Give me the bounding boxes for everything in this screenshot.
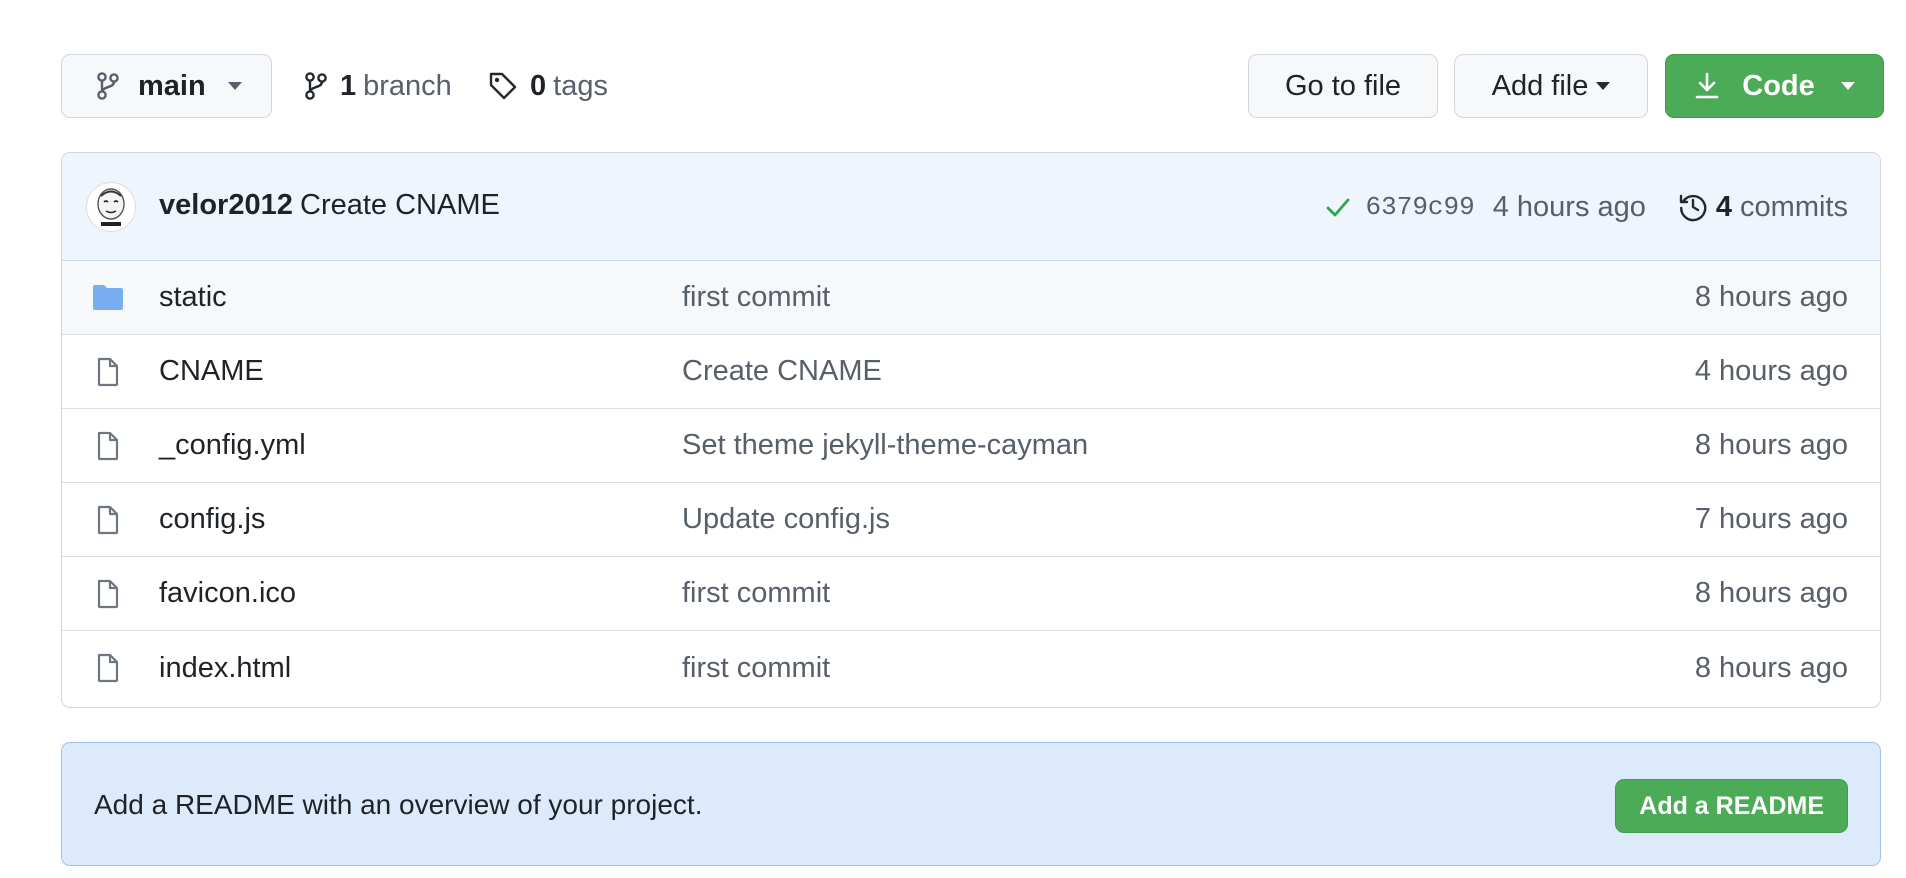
file-name[interactable]: _config.yml	[159, 429, 306, 462]
readme-banner: Add a README with an overview of your pr…	[61, 742, 1881, 866]
commit-sha[interactable]: 6379c99	[1366, 192, 1475, 222]
repo-toolbar: main 1 branch 0 tags Go to file Add file…	[61, 54, 1884, 118]
tags-link[interactable]: 0 tags	[488, 54, 608, 118]
file-commit-message[interactable]: first commit	[682, 281, 830, 314]
file-commit-time: 8 hours ago	[1694, 577, 1848, 609]
branches-count: 1	[340, 69, 357, 102]
commit-time: 4 hours ago	[1492, 190, 1646, 223]
download-icon	[1694, 72, 1720, 100]
tags-count: 0	[530, 69, 547, 102]
history-icon[interactable]	[1678, 192, 1708, 222]
file-icon	[92, 431, 124, 461]
file-commit-message[interactable]: first commit	[682, 577, 830, 610]
chevron-down-icon	[227, 82, 242, 90]
chevron-down-icon	[1840, 82, 1855, 90]
file-name[interactable]: CNAME	[159, 355, 264, 388]
code-button[interactable]: Code	[1665, 54, 1884, 118]
file-name[interactable]: static	[159, 281, 227, 314]
add-readme-button[interactable]: Add a README	[1615, 779, 1848, 833]
add-file-button[interactable]: Add file	[1454, 54, 1648, 118]
table-row[interactable]: CNAME Create CNAME 4 hours ago	[62, 335, 1880, 409]
table-row[interactable]: config.js Update config.js 7 hours ago	[62, 483, 1880, 557]
file-rows: static first commit 8 hours ago CNAME Cr…	[62, 261, 1880, 705]
go-to-file-button[interactable]: Go to file	[1248, 54, 1438, 118]
branch-select-button[interactable]: main	[61, 54, 272, 118]
branches-link[interactable]: 1 branch	[304, 54, 452, 118]
file-commit-message[interactable]: Set theme jekyll-theme-cayman	[682, 429, 1088, 462]
tags-label: tags	[553, 69, 608, 102]
file-commit-time: 7 hours ago	[1694, 503, 1848, 535]
file-commit-message[interactable]: first commit	[682, 652, 830, 685]
file-commit-time: 8 hours ago	[1694, 651, 1848, 684]
file-commit-time: 8 hours ago	[1694, 281, 1848, 313]
code-button-label: Code	[1742, 69, 1815, 102]
file-name[interactable]: config.js	[159, 503, 265, 536]
file-list-box: velor2012 Create CNAME 6379c99 4 hours a…	[61, 152, 1881, 708]
branch-button-label: main	[138, 69, 206, 102]
commit-author[interactable]: velor2012	[159, 189, 293, 222]
file-name[interactable]: index.html	[159, 652, 291, 685]
add-file-label: Add file	[1491, 69, 1589, 102]
commits-count[interactable]: 4	[1716, 191, 1732, 224]
folder-icon	[92, 283, 124, 313]
table-row[interactable]: static first commit 8 hours ago	[62, 261, 1880, 335]
file-icon	[92, 505, 124, 535]
repo-file-browser: main 1 branch 0 tags Go to file Add file…	[0, 0, 1906, 878]
file-commit-time: 4 hours ago	[1694, 355, 1848, 387]
check-icon[interactable]	[1324, 195, 1352, 219]
branches-label: branch	[363, 69, 452, 102]
table-row[interactable]: _config.yml Set theme jekyll-theme-cayma…	[62, 409, 1880, 483]
file-name[interactable]: favicon.ico	[159, 577, 296, 610]
tag-icon	[488, 71, 518, 101]
file-icon	[92, 653, 124, 683]
table-row[interactable]: index.html first commit 8 hours ago	[62, 631, 1880, 705]
readme-prompt-text: Add a README with an overview of your pr…	[94, 789, 703, 820]
commit-meta: 6379c99 4 hours ago 4 commits	[1324, 153, 1848, 261]
git-branch-icon	[304, 71, 328, 101]
file-commit-time: 8 hours ago	[1694, 429, 1848, 461]
git-branch-icon	[96, 71, 120, 101]
file-icon	[92, 357, 124, 387]
file-icon	[92, 579, 124, 609]
chevron-down-icon	[1596, 82, 1611, 90]
file-commit-message[interactable]: Create CNAME	[682, 355, 882, 388]
avatar[interactable]	[86, 182, 136, 232]
latest-commit-bar: velor2012 Create CNAME 6379c99 4 hours a…	[62, 153, 1880, 261]
commits-label[interactable]: commits	[1740, 191, 1848, 224]
file-commit-message[interactable]: Update config.js	[682, 503, 890, 536]
table-row[interactable]: favicon.ico first commit 8 hours ago	[62, 557, 1880, 631]
commit-message[interactable]: Create CNAME	[300, 189, 500, 222]
